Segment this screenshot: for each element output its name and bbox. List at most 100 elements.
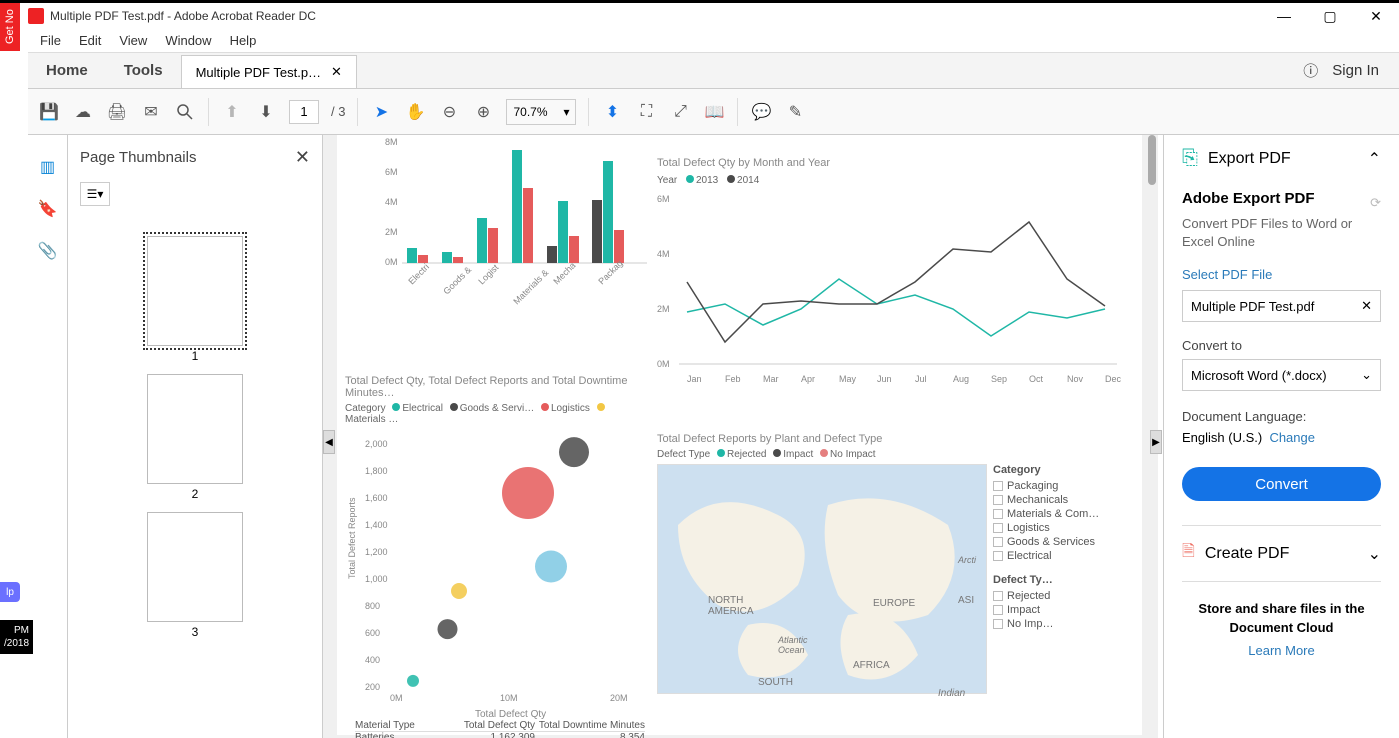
page-up-icon[interactable]: ⬆ [221,101,243,123]
svg-text:600: 600 [365,628,380,638]
comment-icon[interactable]: 💬 [750,101,772,123]
svg-text:4M: 4M [657,249,670,259]
sign-in-link[interactable]: Sign In [1332,62,1379,79]
page-down-icon[interactable]: ⬇ [255,101,277,123]
sign-icon[interactable]: ✎ [784,101,806,123]
convert-format-select[interactable]: Microsoft Word (*.docx) ⌄ [1182,359,1381,391]
save-icon[interactable]: 💾 [38,101,60,123]
category-checkbox[interactable]: Goods & Services [993,536,1113,548]
svg-text:1,600: 1,600 [365,493,388,503]
map[interactable]: NORTHAMERICA EUROPE ASI AFRICA SOUTH Ind… [657,464,987,694]
document-area[interactable]: 8M 6M 4M 2M 0M Electri Goods & Logist [323,135,1158,738]
attachment-icon[interactable]: 📎 [38,241,58,261]
zoom-select[interactable]: 70.7%▾ [506,99,576,125]
create-pdf-icon: 🗎 [1182,540,1195,567]
get-now-tab[interactable]: Get No [0,3,20,51]
svg-text:4M: 4M [385,197,398,207]
help-tab[interactable]: lp [0,582,20,602]
document-language-label: Document Language: [1182,409,1381,424]
map-title: Total Defect Reports by Plant and Defect… [657,433,1117,445]
clear-file-icon[interactable]: ✕ [1361,298,1372,314]
menu-file[interactable]: File [40,33,61,48]
email-icon[interactable]: ✉ [140,101,162,123]
svg-text:Apr: Apr [801,374,815,384]
svg-text:Mecha: Mecha [551,260,577,286]
fit-width-icon[interactable]: ⬍ [601,101,623,123]
fullscreen-icon[interactable]: ⤢ [669,101,691,123]
tab-home[interactable]: Home [28,53,106,88]
category-checkbox[interactable]: Electrical [993,550,1113,562]
svg-text:6M: 6M [657,194,670,204]
svg-text:Electri: Electri [406,262,431,287]
svg-text:200: 200 [365,682,380,692]
svg-text:6M: 6M [385,167,398,177]
defect-checkbox[interactable]: Impact [993,604,1113,616]
learn-more-link[interactable]: Learn More [1182,643,1381,658]
maximize-button[interactable]: ▢ [1307,3,1353,29]
close-panel-icon[interactable]: ✕ [295,147,310,168]
menu-edit[interactable]: Edit [79,33,101,48]
scatter-chart: 2,0001,8001,6001,4001,2001,0008006004002… [345,429,645,719]
svg-text:Dec: Dec [1105,374,1122,384]
chevron-down-icon: ⌄ [1368,544,1381,564]
select-pdf-link[interactable]: Select PDF File [1182,267,1381,282]
menu-help[interactable]: Help [230,33,257,48]
thumbnail-page-1[interactable]: 1 [147,236,243,346]
fit-page-icon[interactable]: ⛶ [635,101,657,123]
search-icon[interactable] [174,101,196,123]
window-title: Multiple PDF Test.pdf - Adobe Acrobat Re… [50,9,316,23]
pointer-icon[interactable]: ➤ [370,101,392,123]
thumbnails-icon[interactable]: ▥ [40,157,55,177]
thumbnails-title: Page Thumbnails [80,149,196,166]
zoom-out-icon[interactable]: ⊖ [438,101,460,123]
svg-text:0M: 0M [385,257,398,267]
svg-text:0M: 0M [657,359,670,369]
change-language-link[interactable]: Change [1269,430,1315,445]
category-checkbox[interactable]: Materials & Com… [993,508,1113,520]
menu-window[interactable]: Window [165,33,211,48]
svg-text:1,000: 1,000 [365,574,388,584]
minimize-button[interactable]: — [1261,3,1307,29]
zoom-in-icon[interactable]: ⊕ [472,101,494,123]
cloud-icon[interactable]: ☁ [72,101,94,123]
defect-checkbox[interactable]: Rejected [993,590,1113,602]
tab-document[interactable]: Multiple PDF Test.p… ✕ [181,55,357,88]
svg-text:10M: 10M [500,693,518,703]
thumbnail-page-3[interactable]: 3 [147,512,243,622]
svg-text:Aug: Aug [953,374,969,384]
thumbnail-options[interactable]: ☰▾ [80,182,110,206]
page-number-input[interactable] [289,100,319,124]
hand-icon[interactable]: ✋ [404,101,426,123]
page-total: / 3 [331,104,345,119]
svg-text:Nov: Nov [1067,374,1084,384]
convert-to-label: Convert to [1182,338,1381,353]
tab-tools[interactable]: Tools [106,53,181,88]
category-checkbox[interactable]: Logistics [993,522,1113,534]
category-checkbox[interactable]: Mechanicals [993,494,1113,506]
create-pdf-section[interactable]: 🗎 Create PDF ⌄ [1182,525,1381,582]
convert-button[interactable]: Convert [1182,467,1381,501]
svg-text:800: 800 [365,601,380,611]
collapse-left-icon[interactable]: ◀ [323,430,335,454]
svg-text:400: 400 [365,655,380,665]
svg-text:Mar: Mar [763,374,779,384]
print-icon[interactable]: 🖨 [106,101,128,123]
bookmark-icon[interactable]: 🔖 [38,199,58,219]
category-checkbox[interactable]: Packaging [993,480,1113,492]
close-button[interactable]: ✕ [1353,3,1399,29]
svg-text:1,200: 1,200 [365,547,388,557]
menubar: File Edit View Window Help [28,29,1399,53]
help-icon[interactable]: ⓘ [1303,60,1318,81]
svg-text:Feb: Feb [725,374,741,384]
selected-file-box[interactable]: Multiple PDF Test.pdf ✕ [1182,290,1381,322]
svg-text:Jan: Jan [687,374,702,384]
svg-text:May: May [839,374,857,384]
menu-view[interactable]: View [119,33,147,48]
svg-text:Oct: Oct [1029,374,1044,384]
thumbnail-page-2[interactable]: 2 [147,374,243,484]
defect-checkbox[interactable]: No Imp… [993,618,1113,630]
collapse-right-icon[interactable]: ▶ [1150,430,1162,454]
read-mode-icon[interactable]: 📖 [703,101,725,123]
tab-close-icon[interactable]: ✕ [331,64,342,80]
chevron-up-icon[interactable]: ⌃ [1368,149,1381,169]
